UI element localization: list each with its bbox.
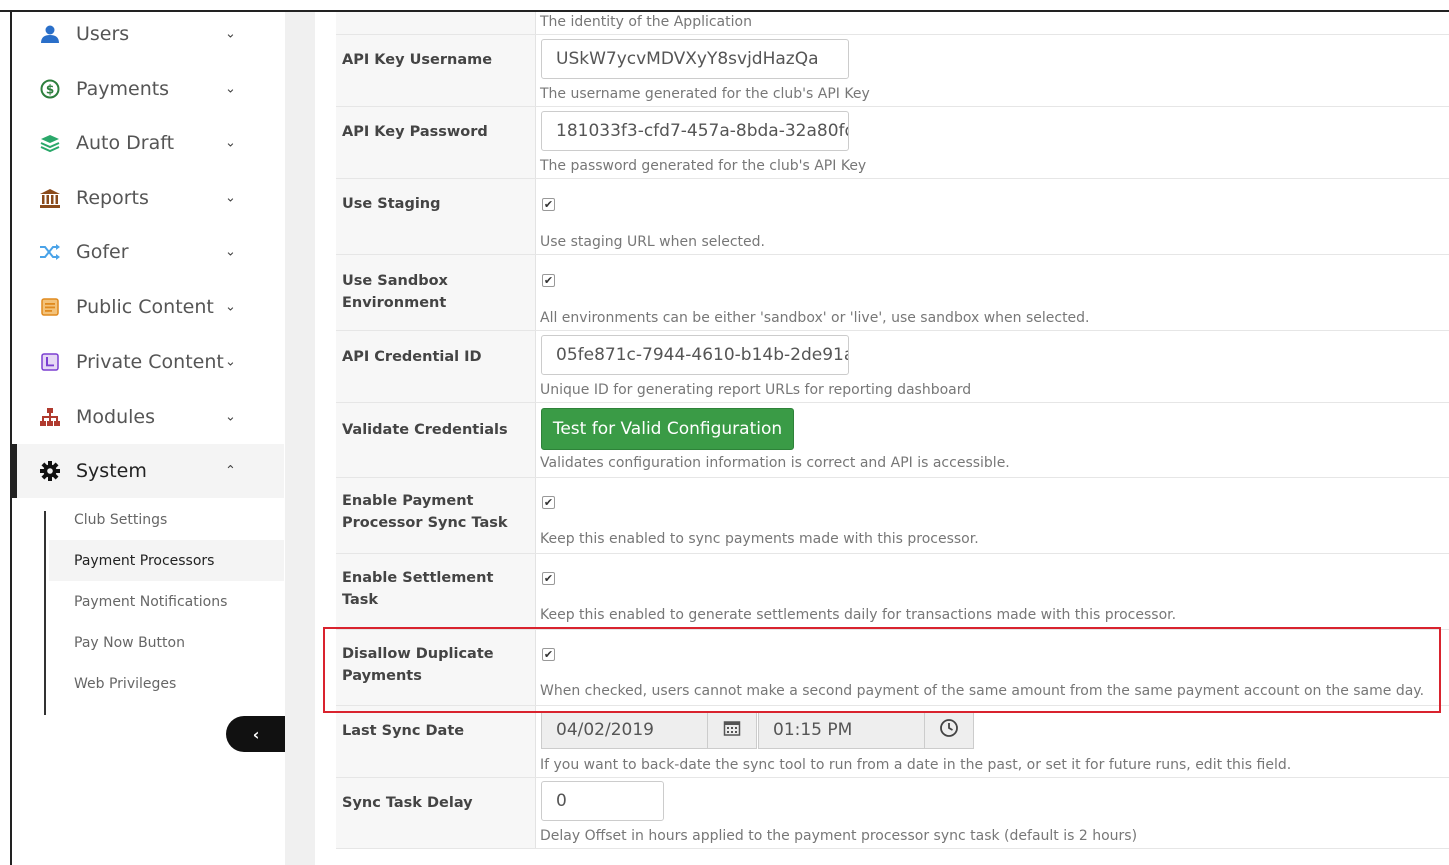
sidebar-subitem-pay-now-button[interactable]: Pay Now Button xyxy=(49,622,284,663)
sync-task-delay-input[interactable]: 0 xyxy=(541,781,664,821)
sidebar-subitem-web-privileges[interactable]: Web Privileges xyxy=(49,663,284,704)
use-sandbox-checkbox[interactable]: ✔ xyxy=(542,274,555,287)
chevron-down-icon: ⌄ xyxy=(225,299,236,315)
form-row-enable-sync: Enable Payment Processor Sync Task ✔ Kee… xyxy=(336,478,1449,554)
sidebar-item-auto-draft[interactable]: Auto Draft ⌄ xyxy=(12,116,284,170)
field-label: API Key Username xyxy=(342,52,493,68)
sidebar-item-label: Modules xyxy=(76,406,155,428)
chevron-down-icon: ⌄ xyxy=(225,26,236,42)
sidebar-item-label: Payments xyxy=(76,78,170,100)
sidebar-item-label: Private Content xyxy=(76,351,224,373)
chevron-left-icon: ‹ xyxy=(252,724,260,744)
help-text: Delay Offset in hours applied to the pay… xyxy=(540,828,1138,844)
field-label: Use Sandbox Environment xyxy=(342,273,448,311)
sidebar-item-users[interactable]: Users ⌄ xyxy=(12,7,284,61)
chevron-down-icon: ⌄ xyxy=(225,81,236,97)
field-label: Sync Task Delay xyxy=(342,795,473,811)
help-text: If you want to back-date the sync tool t… xyxy=(540,757,1292,773)
last-sync-date-input[interactable]: 04/02/2019 xyxy=(541,711,708,749)
sidebar-item-label: Public Content xyxy=(76,296,214,318)
help-text: Unique ID for generating report URLs for… xyxy=(540,382,972,398)
user-icon xyxy=(39,23,61,45)
form-row-application-identity: The identity of the Application xyxy=(336,12,1449,35)
help-text: Keep this enabled to generate settlement… xyxy=(540,607,1177,623)
svg-text:$: $ xyxy=(46,83,54,97)
form-row-api-key-username: API Key Username USkW7ycvMDVXyY8svjdHazQ… xyxy=(336,35,1449,107)
help-text: The username generated for the club's AP… xyxy=(540,86,870,102)
sidebar-item-label: Gofer xyxy=(76,241,129,263)
sidebar-item-system[interactable]: System ⌃ xyxy=(12,444,284,498)
sidebar-collapse-button[interactable]: ‹ xyxy=(226,716,286,752)
help-text: The password generated for the club's AP… xyxy=(540,158,867,174)
form-row-validate-credentials: Validate Credentials Test for Valid Conf… xyxy=(336,403,1449,478)
chevron-down-icon: ⌄ xyxy=(225,244,236,260)
api-key-username-input[interactable]: USkW7ycvMDVXyY8svjdHazQa xyxy=(541,39,849,79)
field-label: Enable Settlement Task xyxy=(342,570,494,608)
help-text: When checked, users cannot make a second… xyxy=(540,683,1425,699)
enable-sync-checkbox[interactable]: ✔ xyxy=(542,496,555,509)
sidebar-item-gofer[interactable]: Gofer ⌄ xyxy=(12,225,284,279)
payment-processor-form: The identity of the Application API Key … xyxy=(336,12,1449,865)
enable-settlement-checkbox[interactable]: ✔ xyxy=(542,572,555,585)
disallow-duplicate-checkbox[interactable]: ✔ xyxy=(542,648,555,661)
help-text: The identity of the Application xyxy=(540,14,752,30)
sidebar-item-public-content[interactable]: Public Content ⌄ xyxy=(12,280,284,334)
help-text: Use staging URL when selected. xyxy=(540,234,765,250)
calendar-icon xyxy=(723,719,741,741)
form-row-api-key-password: API Key Password 181033f3-cfd7-457a-8bda… xyxy=(336,107,1449,179)
field-label: Use Staging xyxy=(342,196,441,212)
field-label: API Credential ID xyxy=(342,349,482,365)
sidebar-item-reports[interactable]: Reports ⌄ xyxy=(12,171,284,225)
field-label: Last Sync Date xyxy=(342,723,465,739)
sitemap-icon xyxy=(39,406,61,428)
private-content-icon xyxy=(39,351,61,373)
random-icon xyxy=(39,241,61,263)
test-valid-configuration-button[interactable]: Test for Valid Configuration xyxy=(541,408,794,450)
form-row-use-staging: Use Staging ✔ Use staging URL when selec… xyxy=(336,179,1449,255)
use-staging-checkbox[interactable]: ✔ xyxy=(542,198,555,211)
form-row-last-sync-date: Last Sync Date 04/02/2019 01:15 PM If yo… xyxy=(336,706,1449,778)
content-gutter xyxy=(285,12,315,865)
submenu-guide-line xyxy=(44,511,46,715)
chevron-down-icon: ⌄ xyxy=(225,354,236,370)
help-text: Validates configuration information is c… xyxy=(540,455,1010,471)
chevron-down-icon: ⌄ xyxy=(225,409,236,425)
form-row-use-sandbox: Use Sandbox Environment ✔ All environmen… xyxy=(336,255,1449,331)
clock-button[interactable] xyxy=(924,711,974,749)
sidebar-item-payments[interactable]: $ Payments ⌄ xyxy=(12,62,284,116)
form-row-enable-settlement: Enable Settlement Task ✔ Keep this enabl… xyxy=(336,554,1449,630)
sidebar-item-label: Reports xyxy=(76,187,149,209)
field-label: Validate Credentials xyxy=(342,422,508,438)
sidebar-item-label: Auto Draft xyxy=(76,132,175,154)
chevron-up-icon: ⌃ xyxy=(225,463,236,479)
sidebar-item-modules[interactable]: Modules ⌄ xyxy=(12,390,284,444)
api-key-password-input[interactable]: 181033f3-cfd7-457a-8bda-32a80fd xyxy=(541,111,849,151)
sidebar-item-private-content[interactable]: Private Content ⌄ xyxy=(12,335,284,389)
api-credential-id-input[interactable]: 05fe871c-7944-4610-b14b-2de91a xyxy=(541,335,849,375)
help-text: Keep this enabled to sync payments made … xyxy=(540,531,979,547)
help-text: All environments can be either 'sandbox'… xyxy=(540,310,1090,326)
sidebar-item-label: System xyxy=(76,460,147,482)
field-label: Enable Payment Processor Sync Task xyxy=(342,493,508,531)
form-row-sync-task-delay: Sync Task Delay 0 Delay Offset in hours … xyxy=(336,778,1449,849)
chevron-down-icon: ⌄ xyxy=(225,190,236,206)
sidebar-subitem-payment-processors[interactable]: Payment Processors xyxy=(49,540,284,581)
layers-icon xyxy=(39,132,61,154)
field-label: Disallow Duplicate Payments xyxy=(342,646,494,684)
public-content-icon xyxy=(39,296,61,318)
sidebar-subitem-club-settings[interactable]: Club Settings xyxy=(49,499,284,540)
bank-icon xyxy=(39,187,61,209)
active-indicator xyxy=(12,444,17,498)
cog-icon xyxy=(39,460,61,482)
sidebar-item-label: Users xyxy=(76,23,130,45)
dollar-circle-icon: $ xyxy=(39,78,61,100)
clock-icon xyxy=(939,718,959,742)
form-row-api-credential-id: API Credential ID 05fe871c-7944-4610-b14… xyxy=(336,331,1449,403)
calendar-button[interactable] xyxy=(707,711,757,749)
field-label: API Key Password xyxy=(342,124,488,140)
chevron-down-icon: ⌄ xyxy=(225,135,236,151)
form-row-disallow-duplicate: Disallow Duplicate Payments ✔ When check… xyxy=(336,630,1449,706)
sidebar-subitem-payment-notifications[interactable]: Payment Notifications xyxy=(49,581,284,622)
last-sync-time-input[interactable]: 01:15 PM xyxy=(758,711,925,749)
